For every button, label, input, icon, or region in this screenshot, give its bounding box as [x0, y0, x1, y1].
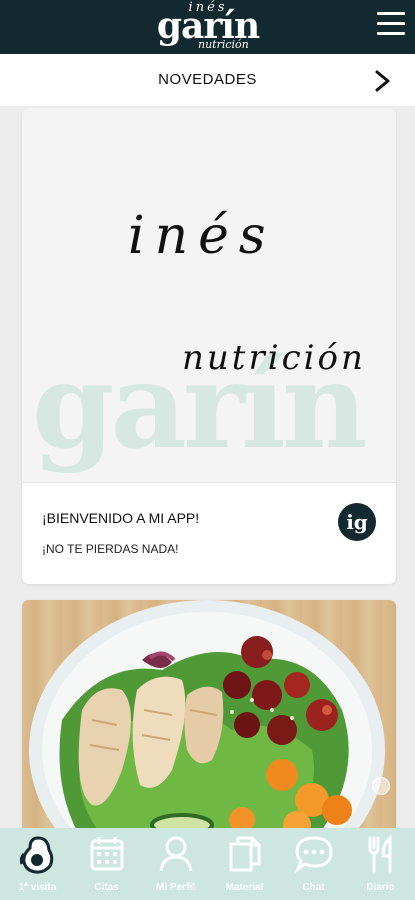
nav-label: Diario — [366, 882, 395, 893]
salad-photo-card[interactable] — [22, 600, 396, 860]
bottom-navigation: 1ª visita Citas Mi Perfil Material Chat … — [0, 828, 415, 900]
hero-script-top: inés — [128, 206, 276, 266]
documents-icon — [229, 836, 261, 872]
nav-label: Mi Perfil — [156, 882, 195, 893]
hamburger-menu-icon[interactable] — [377, 12, 405, 36]
brand-logo: inés garín nutrición — [152, 0, 264, 54]
avocado-icon — [19, 836, 54, 874]
nav-label: Citas — [94, 882, 119, 893]
chevron-right-icon[interactable] — [373, 70, 393, 92]
nav-item-primera-visita[interactable]: 1ª visita — [3, 828, 72, 900]
scroll-track — [397, 106, 415, 828]
welcome-card[interactable]: garín inés nutrición ¡BIENVENIDO A MI AP… — [22, 108, 396, 584]
salad-with-grilled-chicken-photo — [29, 600, 385, 860]
chat-bubble-icon — [294, 836, 333, 874]
brand-badge-icon: ig — [338, 503, 376, 541]
user-icon — [159, 836, 193, 872]
section-header: NOVEDADES — [0, 54, 415, 106]
top-app-bar: inés garín nutrición — [0, 0, 415, 54]
card-subtitle: ¡NO TE PIERDAS NADA! — [42, 542, 179, 556]
nav-label: Material — [225, 882, 264, 893]
nav-item-material[interactable]: Material — [210, 828, 279, 900]
logo-sub-text: nutrición — [198, 38, 249, 51]
card-title: ¡BIENVENIDO A MI APP! — [42, 510, 200, 526]
nav-label: 1ª visita — [18, 882, 57, 893]
card-divider — [22, 482, 396, 483]
nav-item-chat[interactable]: Chat — [279, 828, 348, 900]
hero-script-bottom: nutrición — [182, 338, 366, 378]
nav-item-mi-perfil[interactable]: Mi Perfil — [141, 828, 210, 900]
nav-item-diario[interactable]: Diario — [346, 828, 415, 900]
section-title: NOVEDADES — [158, 71, 257, 88]
carousel-next-dot[interactable] — [372, 777, 390, 795]
nav-label: Chat — [302, 882, 325, 893]
fork-knife-icon — [368, 834, 392, 873]
calendar-icon — [90, 837, 124, 871]
nav-item-citas[interactable]: Citas — [72, 828, 141, 900]
hero-banner: garín inés nutrición — [22, 108, 396, 482]
